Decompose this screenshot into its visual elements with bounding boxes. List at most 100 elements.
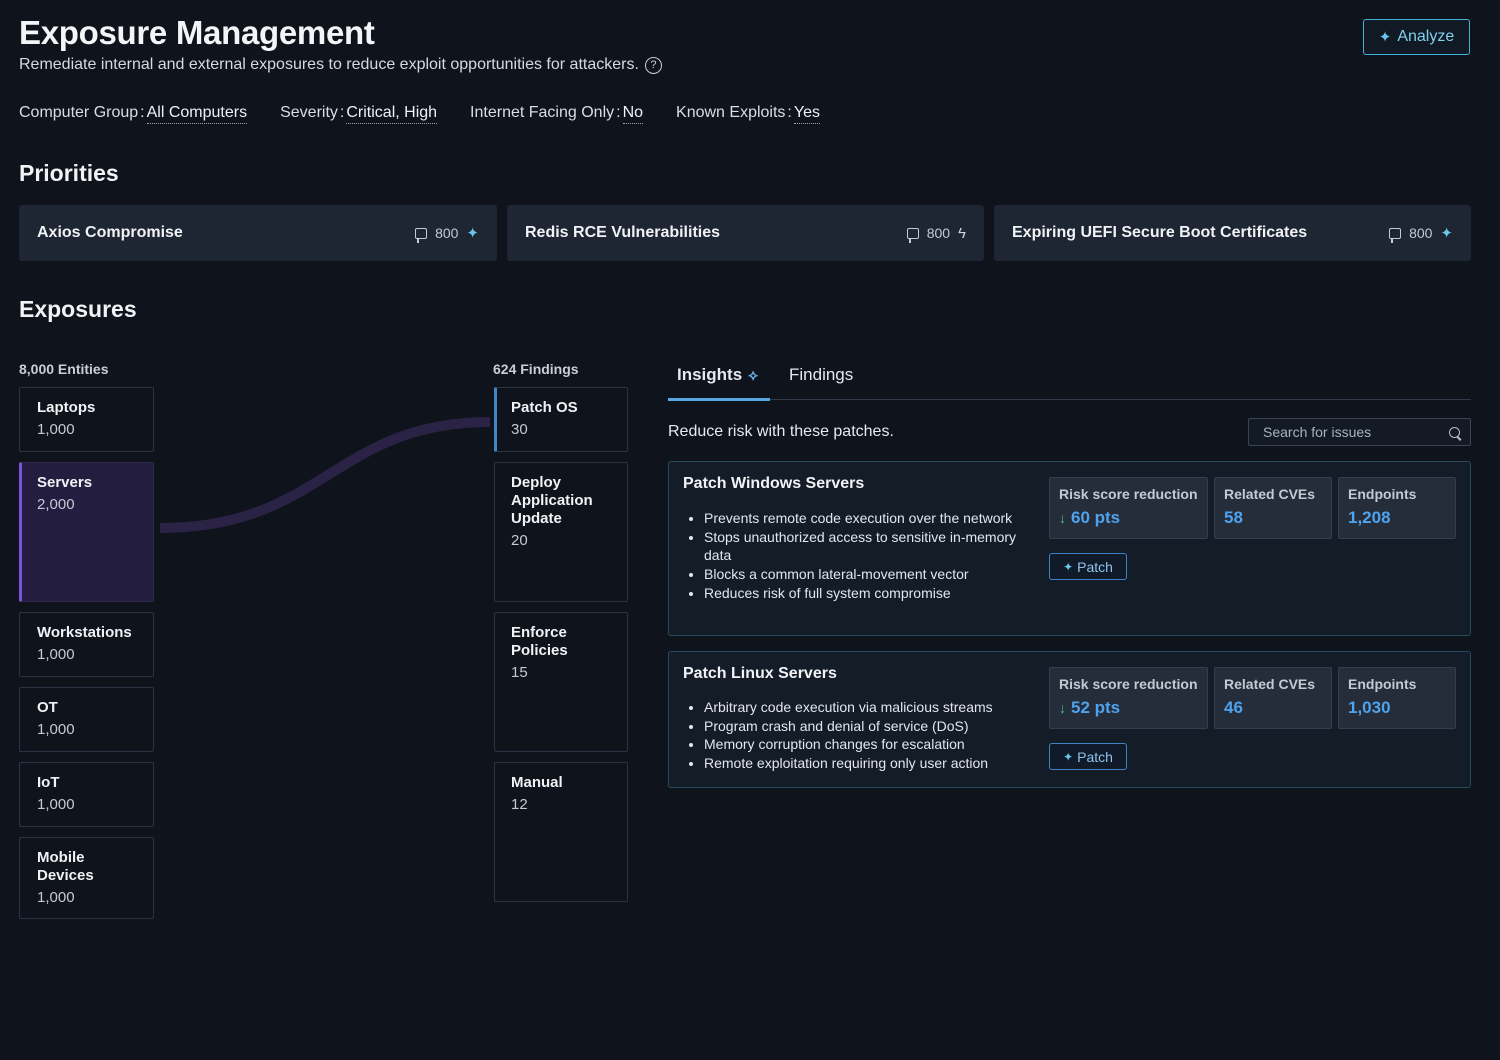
analyze-button[interactable]: ✦ Analyze <box>1363 19 1470 55</box>
search-input[interactable] <box>1261 423 1449 441</box>
priority-card-uefi[interactable]: Expiring UEFI Secure Boot Certificates 8… <box>994 205 1471 261</box>
filter-label: Known Exploits <box>676 104 786 121</box>
flow-connector <box>159 417 491 533</box>
comment-icon <box>906 227 919 243</box>
comment-icon <box>1389 227 1402 243</box>
entity-mobile-devices[interactable]: Mobile Devices 1,000 <box>19 837 154 919</box>
insights-intro: Reduce risk with these patches. <box>668 423 894 440</box>
tab-findings[interactable]: Findings <box>789 365 853 385</box>
filter-label: Internet Facing Only <box>470 104 615 121</box>
entity-ot[interactable]: OT 1,000 <box>19 687 154 752</box>
sparkle-icon: ✦ <box>466 225 479 242</box>
insights-tabs: Insights ⟡ Findings <box>668 360 1471 401</box>
stat-label: Endpoints <box>1348 676 1417 692</box>
entity-name: Laptops <box>37 399 96 416</box>
insight-bullet: Prevents remote code execution over the … <box>704 509 1024 528</box>
related-cves-stat: Related CVEs 58 <box>1214 477 1332 539</box>
sparkle-icon: ✦ <box>1063 559 1074 574</box>
arrow-down-icon: ↓ <box>1059 700 1066 716</box>
stat-label: Related CVEs <box>1224 676 1316 692</box>
stat-value: 46 <box>1224 698 1243 717</box>
stat-label: Risk score reduction <box>1059 486 1198 502</box>
patch-label: Patch <box>1077 748 1113 765</box>
search-box[interactable] <box>1248 418 1471 446</box>
stat-value: 58 <box>1224 508 1243 527</box>
filter-internet-facing[interactable]: Internet Facing Only: No <box>470 104 644 124</box>
insight-card-linux: Patch Linux Servers Arbitrary code execu… <box>668 651 1471 788</box>
finding-manual[interactable]: Manual 12 <box>494 762 628 902</box>
search-icon[interactable] <box>1449 426 1460 438</box>
priority-title: Axios Compromise <box>37 224 183 241</box>
finding-name: Deploy Application Update <box>511 474 593 527</box>
insight-bullet: Remote exploitation requiring only user … <box>704 754 1024 773</box>
filter-severity[interactable]: Severity: Critical, High <box>280 104 438 124</box>
filter-computer-group[interactable]: Computer Group: All Computers <box>19 104 248 124</box>
filter-known-exploits[interactable]: Known Exploits: Yes <box>676 104 820 124</box>
filter-label: Computer Group <box>19 104 139 121</box>
tab-label: Insights <box>677 365 743 384</box>
priority-count: 800 <box>926 225 951 241</box>
insight-bullet: Memory corruption changes for escalation <box>704 735 1024 754</box>
entity-count: 1,000 <box>37 721 75 738</box>
entity-servers[interactable]: Servers 2,000 <box>19 462 154 602</box>
priority-meta: 800 ✦ <box>1389 224 1453 243</box>
related-cves-stat: Related CVEs 46 <box>1214 667 1332 729</box>
entity-count: 1,000 <box>37 421 75 438</box>
patch-button[interactable]: ✦ Patch <box>1049 743 1127 770</box>
filter-value[interactable]: Yes <box>793 104 820 124</box>
entity-workstations[interactable]: Workstations 1,000 <box>19 612 154 677</box>
stat-label: Related CVEs <box>1224 486 1316 502</box>
filter-value[interactable]: All Computers <box>146 104 248 124</box>
stat-value: ↓ 52 pts <box>1059 698 1198 718</box>
insight-card-windows: Patch Windows Servers Prevents remote co… <box>668 461 1471 636</box>
filter-value[interactable]: No <box>622 104 644 124</box>
patch-button[interactable]: ✦ Patch <box>1049 553 1127 580</box>
priority-card-redis[interactable]: Redis RCE Vulnerabilities 800 ϟ <box>507 205 984 261</box>
stat-value: ↓ 60 pts <box>1059 508 1198 528</box>
entity-name: OT <box>37 699 58 716</box>
entity-count: 1,000 <box>37 646 75 663</box>
entity-count: 1,000 <box>37 889 75 906</box>
finding-count: 20 <box>511 532 528 549</box>
stat-value: 1,030 <box>1348 698 1391 717</box>
entity-count: 1,000 <box>37 796 75 813</box>
finding-count: 12 <box>511 796 528 813</box>
finding-deploy-application-update[interactable]: Deploy Application Update 20 <box>494 462 628 602</box>
comment-icon <box>415 227 428 243</box>
stat-label: Endpoints <box>1348 486 1417 502</box>
sparkle-icon: ✦ <box>1440 225 1453 242</box>
finding-name: Patch OS <box>511 399 578 416</box>
risk-score-stat: Risk score reduction ↓ 52 pts <box>1049 667 1208 729</box>
priority-meta: 800 ✦ <box>415 224 479 243</box>
priority-title: Expiring UEFI Secure Boot Certificates <box>1012 224 1308 241</box>
page-subtitle: Remediate internal and external exposure… <box>19 56 662 74</box>
bolt-icon: ϟ <box>958 224 966 242</box>
risk-value: 60 pts <box>1071 508 1121 527</box>
stat-label: Risk score reduction <box>1059 676 1198 692</box>
tab-insights[interactable]: Insights ⟡ <box>677 365 758 385</box>
insight-bullet: Reduces risk of full system compromise <box>704 584 1024 603</box>
entity-name: Servers <box>37 474 93 491</box>
insight-title: Patch Linux Servers <box>683 665 837 682</box>
risk-score-stat: Risk score reduction ↓ 60 pts <box>1049 477 1208 539</box>
priority-card-axios[interactable]: Axios Compromise 800 ✦ <box>19 205 497 261</box>
finding-enforce-policies[interactable]: Enforce Policies 15 <box>494 612 628 752</box>
entity-laptops[interactable]: Laptops 1,000 <box>19 387 154 452</box>
analyze-label: Analyze <box>1397 28 1455 45</box>
filter-value[interactable]: Critical, High <box>346 104 438 124</box>
entity-iot[interactable]: IoT 1,000 <box>19 762 154 827</box>
priorities-heading: Priorities <box>19 160 119 186</box>
exposures-heading: Exposures <box>19 296 137 322</box>
finding-name: Manual <box>511 774 563 791</box>
insight-title: Patch Windows Servers <box>683 475 865 492</box>
finding-count: 15 <box>511 664 528 681</box>
finding-patch-os[interactable]: Patch OS 30 <box>494 387 628 452</box>
endpoints-stat: Endpoints 1,208 <box>1338 477 1456 539</box>
insight-bullet: Program crash and denial of service (DoS… <box>704 717 1024 736</box>
patch-label: Patch <box>1077 558 1113 575</box>
priority-title: Redis RCE Vulnerabilities <box>525 224 721 241</box>
tab-label: Findings <box>789 365 854 384</box>
finding-count: 30 <box>511 421 528 438</box>
flow-link <box>159 417 491 533</box>
help-icon[interactable]: ? <box>644 56 662 74</box>
